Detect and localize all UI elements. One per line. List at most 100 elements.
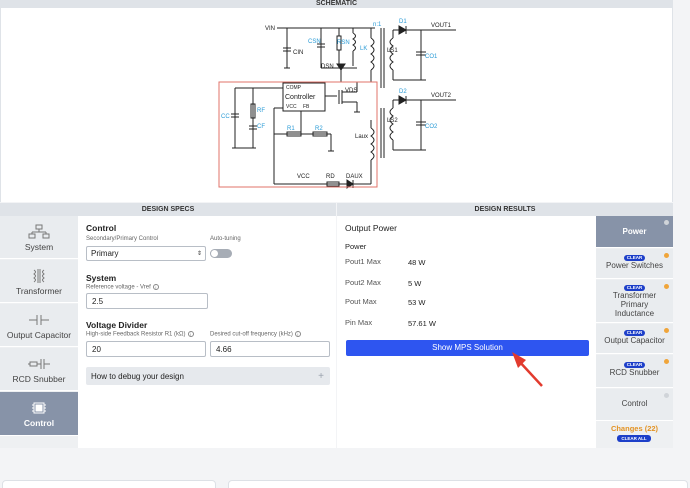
schem-label-rf: RF	[257, 108, 265, 114]
schem-label-cin: CIN	[293, 50, 303, 56]
plus-icon: +	[318, 370, 324, 382]
result-value-pout1: 48 W	[408, 258, 426, 267]
system-icon	[28, 224, 50, 239]
nav-item-system-label: System	[24, 242, 54, 252]
show-mps-solution-button[interactable]: Show MPS Solution	[346, 340, 589, 356]
schem-label-daux: DAUX	[346, 174, 363, 180]
rn-item-rcd-snubber-label: RCD Snubber	[609, 368, 660, 377]
auto-tuning-toggle[interactable]	[210, 249, 232, 258]
schematic-diagram: VIN CIN CSN RSN LK n:1 D1 VOUT1 LS1 CO1 …	[218, 19, 456, 189]
schem-label-d1: D1	[399, 19, 407, 25]
schem-label-controller: Controller	[285, 94, 316, 101]
rn-item-power[interactable]: Power	[596, 216, 673, 248]
status-dot	[664, 220, 669, 225]
schem-label-vcc: VCC	[286, 104, 297, 110]
chip-icon	[32, 402, 46, 414]
schem-label-lk: LK	[360, 46, 367, 52]
rn-item-power-switches-label: Power Switches	[606, 261, 663, 270]
right-nav: Power CLEAR Power Switches CLEAR Transfo…	[596, 216, 673, 448]
nav-item-rcd-snubber[interactable]: RCD Snubber	[0, 348, 78, 391]
page: SCHEMATIC VIN CIN CSN RSN LK n:1 D1 VOUT…	[0, 0, 690, 488]
results-sub: Power	[345, 242, 367, 251]
clear-all-button[interactable]: CLEAR ALL	[617, 435, 651, 442]
voltage-divider-title: Voltage Divider	[86, 320, 148, 330]
schem-label-co2: CO2	[425, 124, 438, 130]
design-results-panel	[337, 216, 596, 448]
select-arrows-icon: ⇕	[196, 251, 202, 257]
rn-item-rcd-snubber[interactable]: CLEAR RCD Snubber	[596, 355, 673, 388]
bottom-card-left	[2, 480, 216, 488]
debug-accordion[interactable]: How to debug your design +	[86, 367, 330, 385]
schem-label-vds: VDS	[345, 88, 357, 94]
schem-label-laux: Laux	[355, 134, 368, 140]
schem-label-rd: RD	[326, 174, 335, 180]
auto-tuning-label: Auto-tuning	[210, 236, 241, 242]
schem-label-ls1: LS1	[387, 48, 398, 54]
result-key-pout1: Pout1 Max	[345, 257, 381, 266]
bottom-area	[0, 448, 690, 488]
schem-label-d2: D2	[399, 89, 407, 95]
rn-item-power-label: Power	[622, 227, 647, 236]
nav-item-system[interactable]: System	[0, 216, 78, 259]
debug-label: How to debug your design	[91, 371, 184, 381]
schem-label-r2: R2	[315, 126, 323, 132]
vref-label: Reference voltage - Vref	[86, 284, 151, 291]
r1-label-row: High-side Feedback Resistor R1 (kΩ) i	[86, 331, 194, 338]
results-title: Output Power	[345, 223, 397, 233]
schem-label-ls2: LS2	[387, 118, 398, 124]
result-key-pout: Pout Max	[345, 297, 377, 306]
info-icon[interactable]: i	[294, 331, 301, 337]
schem-label-co1: CO1	[425, 54, 438, 60]
info-icon[interactable]: i	[187, 331, 194, 337]
rn-item-output-capacitor-label: Output Capacitor	[604, 336, 665, 345]
rn-item-power-switches[interactable]: CLEAR Power Switches	[596, 249, 673, 279]
left-nav: System Transformer Output Capacitor RCD …	[0, 216, 78, 448]
cutoff-label: Desired cut-off frequency (kHz)	[210, 331, 293, 338]
nav-item-control[interactable]: Control	[0, 392, 78, 436]
schem-label-comp: COMP	[286, 85, 302, 91]
schem-label-vout1: VOUT1	[431, 23, 452, 29]
r1-label: High-side Feedback Resistor R1 (kΩ)	[86, 331, 186, 338]
toggle-knob	[211, 250, 218, 257]
schem-label-cc: CC	[221, 114, 230, 120]
status-dot	[664, 393, 669, 398]
capacitor-icon	[29, 315, 49, 325]
nav-item-output-capacitor[interactable]: Output Capacitor	[0, 304, 78, 347]
schem-label-csn: CSN	[308, 39, 321, 45]
result-key-pin: Pin Max	[345, 318, 373, 327]
rn-item-control[interactable]: Control	[596, 389, 673, 421]
cutoff-label-row: Desired cut-off frequency (kHz) i	[210, 331, 301, 338]
schem-label-vcc-node: VCC	[297, 174, 310, 180]
control-title: Control	[86, 223, 117, 233]
vref-input[interactable]: 2.5	[86, 293, 208, 309]
vref-label-row: Reference voltage - Vref i	[86, 284, 159, 291]
rn-item-output-capacitor[interactable]: CLEAR Output Capacitor	[596, 324, 673, 354]
status-dot	[664, 284, 669, 289]
result-value-pout2: 5 W	[408, 279, 422, 288]
system-title: System	[86, 273, 117, 283]
schem-label-fb: FB	[303, 104, 310, 110]
nav-item-rcd-snubber-label: RCD Snubber	[12, 374, 66, 384]
sec-primary-value: Primary	[91, 249, 119, 258]
sec-primary-select[interactable]: Primary ⇕	[86, 246, 206, 261]
nav-item-control-label: Control	[23, 418, 55, 428]
sec-primary-label: Secondary/Primary Control	[86, 236, 159, 242]
bottom-card-right	[228, 480, 688, 488]
schem-label-cf: CF	[257, 124, 265, 130]
design-specs-header: DESIGN SPECS	[0, 203, 336, 216]
info-icon[interactable]: i	[152, 284, 159, 290]
schem-label-r1: R1	[287, 126, 295, 132]
cutoff-input[interactable]: 4.66	[210, 341, 330, 357]
schematic-header: SCHEMATIC	[0, 0, 673, 8]
design-results-header: DESIGN RESULTS	[337, 203, 673, 216]
r1-input[interactable]: 20	[86, 341, 206, 357]
result-key-pout2: Pout2 Max	[345, 278, 381, 287]
result-value-pin: 57.61 W	[408, 319, 436, 328]
schem-label-dsn: DSN	[321, 64, 334, 70]
rn-item-control-label: Control	[621, 399, 648, 408]
rn-item-transformer-inductance-label: Transformer Primary Inductance	[612, 291, 657, 318]
rn-item-transformer-inductance[interactable]: CLEAR Transformer Primary Inductance	[596, 280, 673, 323]
schem-label-vin: VIN	[265, 26, 275, 32]
result-value-pout: 53 W	[408, 298, 426, 307]
nav-item-transformer[interactable]: Transformer	[0, 260, 78, 303]
